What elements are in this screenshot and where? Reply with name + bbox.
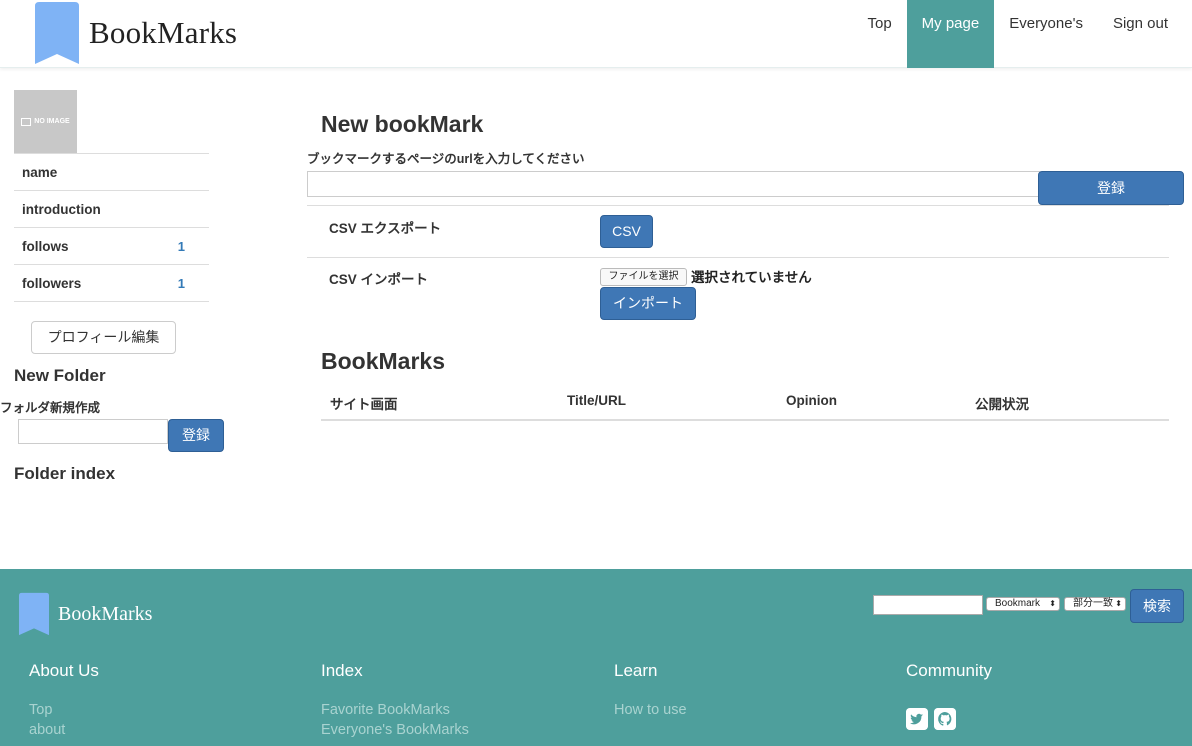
select-arrows-icon: ⬍ [1049,599,1056,608]
col-site-image: サイト画面 [330,397,398,412]
search-type-value: Bookmark [995,598,1041,609]
profile-follows[interactable]: follows 1 [14,228,209,265]
csv-export-button[interactable]: CSV [600,215,653,248]
new-bookmark-heading: New bookMark [321,111,484,137]
search-match-value: 部分一致 [1073,598,1113,609]
nav-top[interactable]: Top [852,0,906,68]
footer-link-everyones-bookmarks[interactable]: Everyone's BookMarks [321,722,469,738]
bookmarks-table-header: サイト画面 Title/URL Opinion 公開状況 [321,382,1169,421]
image-placeholder-icon [21,117,32,126]
csv-table: CSV エクスポート CSV CSV インポート ファイルを選択 選択されていま… [307,205,1169,327]
csv-export-label: CSV エクスポート [329,221,442,236]
follows-label: follows [22,239,69,254]
profile-list: name introduction follows 1 followers 1 [14,153,209,302]
bookmarks-heading: BookMarks [321,348,445,374]
profile-name-label: name [22,165,58,180]
csv-import-label: CSV インポート [329,272,429,287]
site-footer: BookMarks Bookmark ⬍ 部分一致 ⬍ 検索 About Us … [0,569,1192,746]
file-status: 選択されていません [691,270,812,285]
search-match-select[interactable]: 部分一致 ⬍ [1064,597,1126,611]
search-type-select[interactable]: Bookmark ⬍ [986,597,1060,611]
footer-brand-logo[interactable]: BookMarks [19,591,152,637]
footer-about-heading: About Us [29,661,99,680]
new-folder-submit-button[interactable]: 登録 [168,419,224,452]
follows-count[interactable]: 1 [178,228,185,265]
bookmark-logo-icon [35,2,79,64]
profile-followers[interactable]: followers 1 [14,265,209,302]
footer-link-favorite-bookmarks[interactable]: Favorite BookMarks [321,702,450,718]
select-arrows-icon: ⬍ [1115,599,1122,608]
new-folder-input[interactable] [18,419,168,444]
csv-export-row: CSV エクスポート CSV [307,205,1169,257]
footer-link-top[interactable]: Top [29,702,52,718]
nav-everyones[interactable]: Everyone's [994,0,1098,68]
twitter-icon[interactable] [906,708,928,730]
main-nav: Top My page Everyone's Sign out [852,0,1183,68]
profile-introduction: introduction [14,191,209,228]
import-button[interactable]: インポート [600,287,696,320]
search-input[interactable] [873,595,983,615]
new-folder-label: フォルダ新規作成 [0,401,101,415]
new-folder-heading: New Folder [14,366,106,385]
profile-introduction-label: introduction [22,202,101,217]
register-bookmark-button[interactable]: 登録 [1038,171,1184,205]
footer-brand-name: BookMarks [58,602,153,625]
nav-my-page[interactable]: My page [906,0,995,68]
url-label: ブックマークするページのurlを入力してください [307,152,585,166]
site-header: BookMarks Top My page Everyone's Sign ou… [0,0,1192,68]
search-button[interactable]: 検索 [1130,589,1184,623]
col-visibility: 公開状況 [975,397,1029,412]
nav-sign-out[interactable]: Sign out [1098,0,1183,68]
url-input[interactable] [307,171,1040,197]
csv-import-row: CSV インポート ファイルを選択 選択されていません インポート [307,257,1169,327]
followers-count[interactable]: 1 [178,265,185,302]
footer-link-about[interactable]: about [29,722,65,738]
brand-logo[interactable]: BookMarks [35,2,237,64]
edit-profile-button[interactable]: プロフィール編集 [31,321,176,354]
col-title-url: Title/URL [567,393,627,408]
folder-index-heading: Folder index [14,464,116,483]
col-opinion: Opinion [786,393,837,408]
footer-link-how-to-use[interactable]: How to use [614,702,687,718]
brand-name: BookMarks [89,15,238,50]
profile-name: name [14,154,209,191]
file-choose-button[interactable]: ファイルを選択 [600,268,687,286]
footer-index-heading: Index [321,661,363,680]
github-icon[interactable] [934,708,956,730]
avatar: NO IMAGE [14,90,77,153]
bookmark-logo-icon [19,592,49,636]
followers-label: followers [22,276,82,291]
avatar-placeholder-text: NO IMAGE [34,118,70,125]
footer-learn-heading: Learn [614,661,658,680]
footer-community-heading: Community [906,661,992,680]
